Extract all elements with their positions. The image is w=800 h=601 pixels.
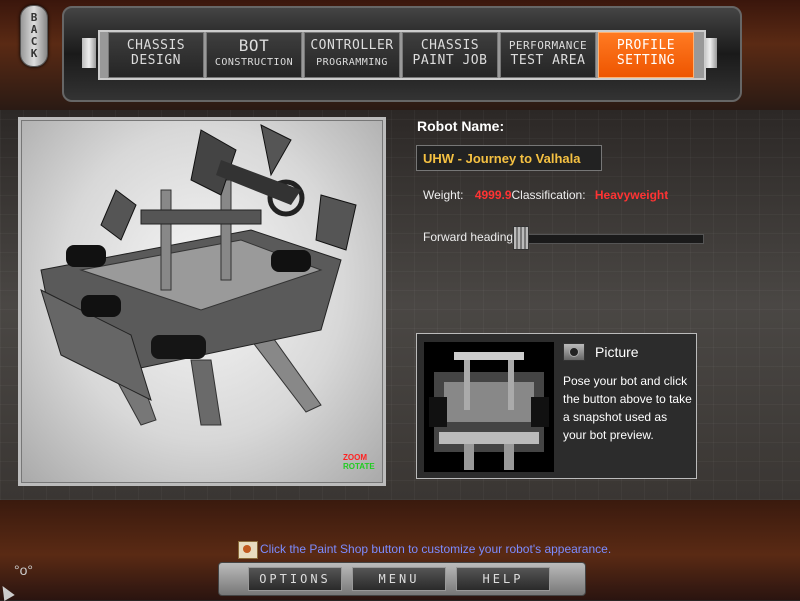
robot-name-field[interactable] (416, 145, 602, 171)
tab-bot-construction[interactable]: BOT CONSTRUCTION (206, 32, 302, 78)
bubbles-icon: °o° (14, 562, 33, 578)
tab-label-line2: DESIGN (131, 53, 181, 68)
tab-controller-programming[interactable]: CONTROLLER PROGRAMMING (304, 32, 400, 78)
classification-label: Classification: (511, 188, 586, 202)
robot-name-label: Robot Name: (417, 118, 505, 134)
weight-value: 4999.9 (474, 188, 512, 202)
menu-button[interactable]: MENU (352, 567, 446, 591)
slider-handle[interactable] (513, 226, 529, 250)
tip-icon (238, 541, 258, 559)
tab-label-line2: PAINT JOB (412, 53, 488, 68)
help-button[interactable]: HELP (456, 567, 550, 591)
tab-label-line2: CONSTRUCTION (214, 57, 294, 68)
tab-label-line1: PERFORMANCE (508, 39, 588, 52)
tab-label-line1: PROFILE (616, 38, 676, 53)
forward-heading-slider[interactable] (512, 234, 704, 244)
options-button[interactable]: OPTIONS (248, 567, 342, 591)
tab-profile-setting[interactable]: PROFILE SETTING (598, 32, 694, 78)
picture-panel: Picture Pose your bot and click the butt… (416, 333, 697, 479)
tab-label-line2: PROGRAMMING (316, 57, 388, 68)
robot-model-render (40, 124, 357, 426)
tab-performance-test-area[interactable]: PERFORMANCE TEST AREA (500, 32, 596, 78)
tab-label-line1: CHASSIS (420, 38, 480, 53)
picture-title: Picture (595, 344, 639, 360)
picture-description: Pose your bot and click the button above… (563, 374, 692, 442)
camera-icon[interactable] (563, 343, 585, 361)
rotate-label: ROTATE (343, 462, 375, 471)
tab-label-line1: BOT (238, 36, 270, 55)
robot-3d-preview[interactable]: ZOOM ROTATE (18, 117, 386, 486)
weight-label: Weight: (423, 188, 464, 202)
options-label: OPTIONS (259, 572, 331, 586)
snapshot-render (429, 352, 549, 470)
back-button[interactable]: BACK (20, 5, 48, 67)
help-label: HELP (482, 572, 524, 586)
zoom-rotate-hint: ZOOM ROTATE (343, 453, 375, 471)
tab-chassis-design[interactable]: CHASSIS DESIGN (108, 32, 204, 78)
tab-label-line2: TEST AREA (510, 53, 586, 68)
tab-label-line2: SETTING (616, 53, 676, 68)
menu-label: MENU (378, 572, 420, 586)
back-label: BACK (30, 11, 38, 60)
bot-snapshot-thumbnail (424, 342, 554, 472)
weight-classification-row: Weight: 4999.9Classification: Heavyweigh… (423, 188, 668, 202)
classification-value: Heavyweight (594, 188, 669, 202)
zoom-label: ZOOM (343, 453, 367, 462)
tab-chassis-paint-job[interactable]: CHASSIS PAINT JOB (402, 32, 498, 78)
nav-left-cap (82, 38, 96, 68)
tab-label-line1: CHASSIS (126, 38, 186, 53)
tip-text: Click the Paint Shop button to customize… (260, 542, 612, 556)
tab-label-line1: CONTROLLER (310, 38, 394, 53)
forward-heading-label: Forward heading: (423, 230, 517, 244)
